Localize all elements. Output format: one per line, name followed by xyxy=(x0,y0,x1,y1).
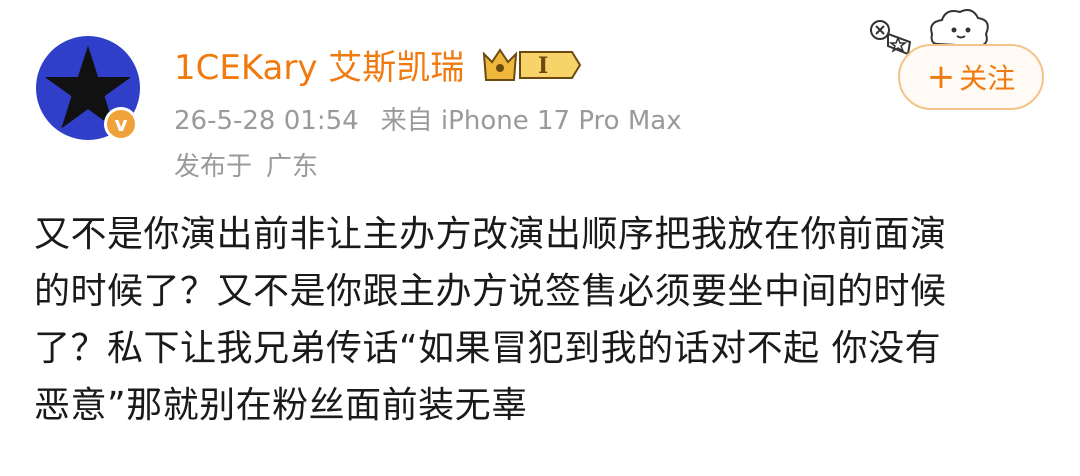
published-label: 发布于 xyxy=(174,152,253,182)
crown-level-icon: I xyxy=(480,44,584,86)
content-line: 了？私下让我兄弟传话“如果冒犯到我的话对不起 你没有 xyxy=(34,328,942,369)
post-meta: 26-5-28 01:54 来自 iPhone 17 Pro Max xyxy=(174,100,704,137)
author-name[interactable]: 1CEKary 艾斯凯瑞 xyxy=(174,40,464,89)
post-content: 又不是你演出前非让主办方改演出顺序把我放在你前面演 的时候了？又不是你跟主办方说… xyxy=(34,206,1046,434)
content-line: 的时候了？又不是你跟主办方说签售必须要坐中间的时候 xyxy=(34,271,947,312)
follow-label: 关注 xyxy=(959,62,1016,95)
level-badge-text: I xyxy=(538,53,548,79)
content-line: 又不是你演出前非让主办方改演出顺序把我放在你前面演 xyxy=(34,214,947,255)
post-location: 广东 xyxy=(266,152,319,182)
verified-v-icon: v xyxy=(104,107,138,141)
post-location-line: 发布于 广东 xyxy=(174,146,332,183)
post-timestamp: 26-5-28 01:54 xyxy=(174,106,359,136)
plus-icon: + xyxy=(926,57,956,97)
follow-button[interactable]: + 关注 xyxy=(898,44,1044,110)
post-source[interactable]: 来自 iPhone 17 Pro Max xyxy=(381,106,682,136)
content-line: 恶意”那就别在粉丝面前装无辜 xyxy=(34,385,528,426)
